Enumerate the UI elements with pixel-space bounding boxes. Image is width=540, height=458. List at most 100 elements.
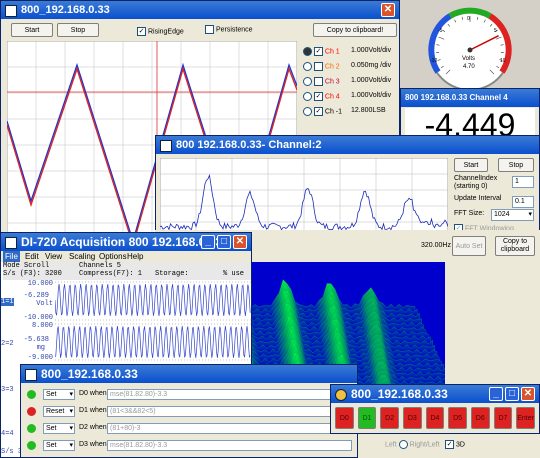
channel-radio-icon <box>303 47 312 56</box>
scope-stop-button[interactable]: Stop <box>57 23 99 37</box>
ch4-id: 4=4 <box>1 430 14 438</box>
menu-options[interactable]: Options <box>99 251 127 262</box>
ch3-id: 3=3 <box>1 386 14 394</box>
scope-title-bar[interactable]: 800_192.168.0.33 ✕ <box>1 1 399 19</box>
condition-label: D2 when <box>79 424 107 431</box>
acq-wave-ch1 <box>55 283 251 317</box>
condition-label: D0 when <box>79 390 107 397</box>
scope-start-button[interactable]: Start <box>11 23 53 37</box>
acq-title-bar[interactable]: DI-720 Acquisition 800 192.168.0.33 _ □ … <box>1 233 251 251</box>
digital-button[interactable]: D7 <box>493 407 513 429</box>
gauge-tick-label: 5 <box>494 28 497 34</box>
dout-title-bar[interactable]: 800_192.168.0.33 <box>21 365 357 383</box>
digital-button[interactable]: D0 <box>335 407 354 429</box>
rising-edge-checkbox[interactable]: ✓ RisingEdge <box>137 27 184 36</box>
fft-start-button[interactable]: Start <box>454 158 488 172</box>
action-value: Reset <box>46 408 65 415</box>
minimize-icon[interactable]: _ <box>201 235 215 249</box>
channel-check-icon: ✓ <box>313 47 323 56</box>
gauge-tick-label: 10 <box>500 58 506 64</box>
channel-name: Ch 1 <box>324 48 340 56</box>
channel-list: ✓ Ch 1 1.000Volt/div Ch 2 0.050mg /div C… <box>303 47 399 137</box>
right-left-label: Right/Left <box>409 441 440 449</box>
channel-row[interactable]: Ch 3 1.000Volt/div <box>303 77 391 86</box>
rising-edge-label: RisingEdge <box>147 28 184 36</box>
close-icon[interactable]: ✕ <box>521 387 535 401</box>
fft-copy-button[interactable]: Copy to clipboard <box>495 236 535 256</box>
persistence-checkbox[interactable]: Persistence <box>205 25 253 34</box>
scope-copy-button[interactable]: Copy to clipboard! <box>313 23 397 37</box>
digital-button[interactable]: D5 <box>448 407 467 429</box>
ch1-bottom: -10.000 <box>23 314 53 322</box>
digital-button[interactable]: D4 <box>425 407 445 429</box>
channel-row[interactable]: Ch 2 0.050mg /div <box>303 62 391 71</box>
channel-radio-icon <box>303 107 312 116</box>
radio-icon <box>398 440 408 449</box>
update-interval-input[interactable]: 0.1 <box>512 196 534 208</box>
channel-check-icon <box>313 62 323 71</box>
action-select[interactable]: Reset ▾ <box>43 406 75 417</box>
update-interval-label: Update Interval <box>454 195 502 202</box>
action-select[interactable]: Set ▾ <box>43 423 75 434</box>
menu-help[interactable]: Help <box>127 251 143 262</box>
auto-set-button[interactable]: Auto Set <box>452 236 486 256</box>
chevron-down-icon[interactable]: ▾ <box>69 441 73 450</box>
left-label: Left <box>385 441 397 449</box>
minimize-icon[interactable]: _ <box>489 387 503 401</box>
fft-stop-button[interactable]: Stop <box>498 158 534 172</box>
channel-index-input[interactable]: 1 <box>512 176 534 188</box>
channel-check-icon: ✓ <box>313 107 323 116</box>
three-d-check-icon: ✓ <box>445 440 454 449</box>
gauge-unit: Volts <box>462 56 476 62</box>
dout-row: Set ▾ D3 when mse(81.82.80)-3.3 <box>25 438 355 454</box>
digital-button[interactable]: Enter <box>516 407 535 429</box>
fft-title-bar[interactable]: 800 192.168.0.33- Channel:2 <box>156 136 539 154</box>
condition-input[interactable]: mse(81.82.80)-3.3 <box>107 389 352 400</box>
ch1-unit: Volt <box>36 300 53 308</box>
leds-title-bar[interactable]: 800_192.168.0.33 _ □ ✕ <box>331 385 539 403</box>
digital-button[interactable]: D6 <box>470 407 490 429</box>
digital-button[interactable]: D3 <box>402 407 422 429</box>
gauge-tick-label: -10 <box>430 58 438 64</box>
channel-scale: 1.000Volt/div <box>351 47 392 54</box>
fft-size-label: FFT Size: <box>454 210 485 217</box>
rising-edge-check-icon: ✓ <box>137 27 146 36</box>
condition-input[interactable]: (81<3&&82<5) <box>107 406 352 417</box>
menu-file[interactable]: File <box>3 251 20 262</box>
close-icon[interactable]: ✕ <box>381 3 395 17</box>
close-icon[interactable]: ✕ <box>233 235 247 249</box>
chevron-down-icon[interactable]: ▾ <box>69 390 73 399</box>
digital-button[interactable]: D2 <box>380 407 399 429</box>
three-d-checkbox[interactable]: ✓ 3D <box>445 440 465 449</box>
digital-output-window: 800_192.168.0.33 Set ▾ D0 when mse(81.82.… <box>20 364 358 458</box>
left-option[interactable]: Left Right/Left <box>385 440 440 449</box>
fft-size-select[interactable]: 1024 ▾ <box>491 209 534 221</box>
dout-row: Set ▾ D2 when (81+80)-3 <box>25 421 355 437</box>
chevron-down-icon[interactable]: ▾ <box>69 407 73 416</box>
maximize-icon[interactable]: □ <box>217 235 231 249</box>
channel-radio-icon <box>303 77 312 86</box>
action-value: Set <box>46 442 57 449</box>
channel-row[interactable]: ✓ Ch 4 1.000Volt/div <box>303 92 391 101</box>
meter-title-bar[interactable]: 800 192.168.0.33 Channel 4 <box>401 89 539 107</box>
chevron-down-icon[interactable]: ▾ <box>69 424 73 433</box>
channel-row[interactable]: ✓ Ch 1 1.000Volt/div <box>303 47 391 56</box>
condition-input[interactable]: mse(81.82.80)-3.3 <box>107 440 352 451</box>
action-select[interactable]: Set ▾ <box>43 440 75 451</box>
info-storage: Storage: <box>155 270 189 278</box>
menu-scaling[interactable]: Scaling <box>69 251 95 262</box>
freq-label: 320.00Hz <box>421 242 451 249</box>
chevron-down-icon[interactable]: ▾ <box>528 210 532 220</box>
menu-edit[interactable]: Edit <box>25 251 39 262</box>
channel-row[interactable]: ✓ Ch -1 12.800LSB <box>303 107 386 116</box>
channel-index-label: ChannelIndex (starting 0) <box>454 175 498 190</box>
maximize-icon[interactable]: □ <box>505 387 519 401</box>
condition-label: D1 when <box>79 407 107 414</box>
action-value: Set <box>46 391 57 398</box>
channel-radio-icon <box>303 62 312 71</box>
condition-input[interactable]: (81+80)-3 <box>107 423 352 434</box>
digital-button[interactable]: D1 <box>357 407 377 429</box>
app-icon <box>5 237 17 249</box>
menu-view[interactable]: View <box>45 251 62 262</box>
action-select[interactable]: Set ▾ <box>43 389 75 400</box>
